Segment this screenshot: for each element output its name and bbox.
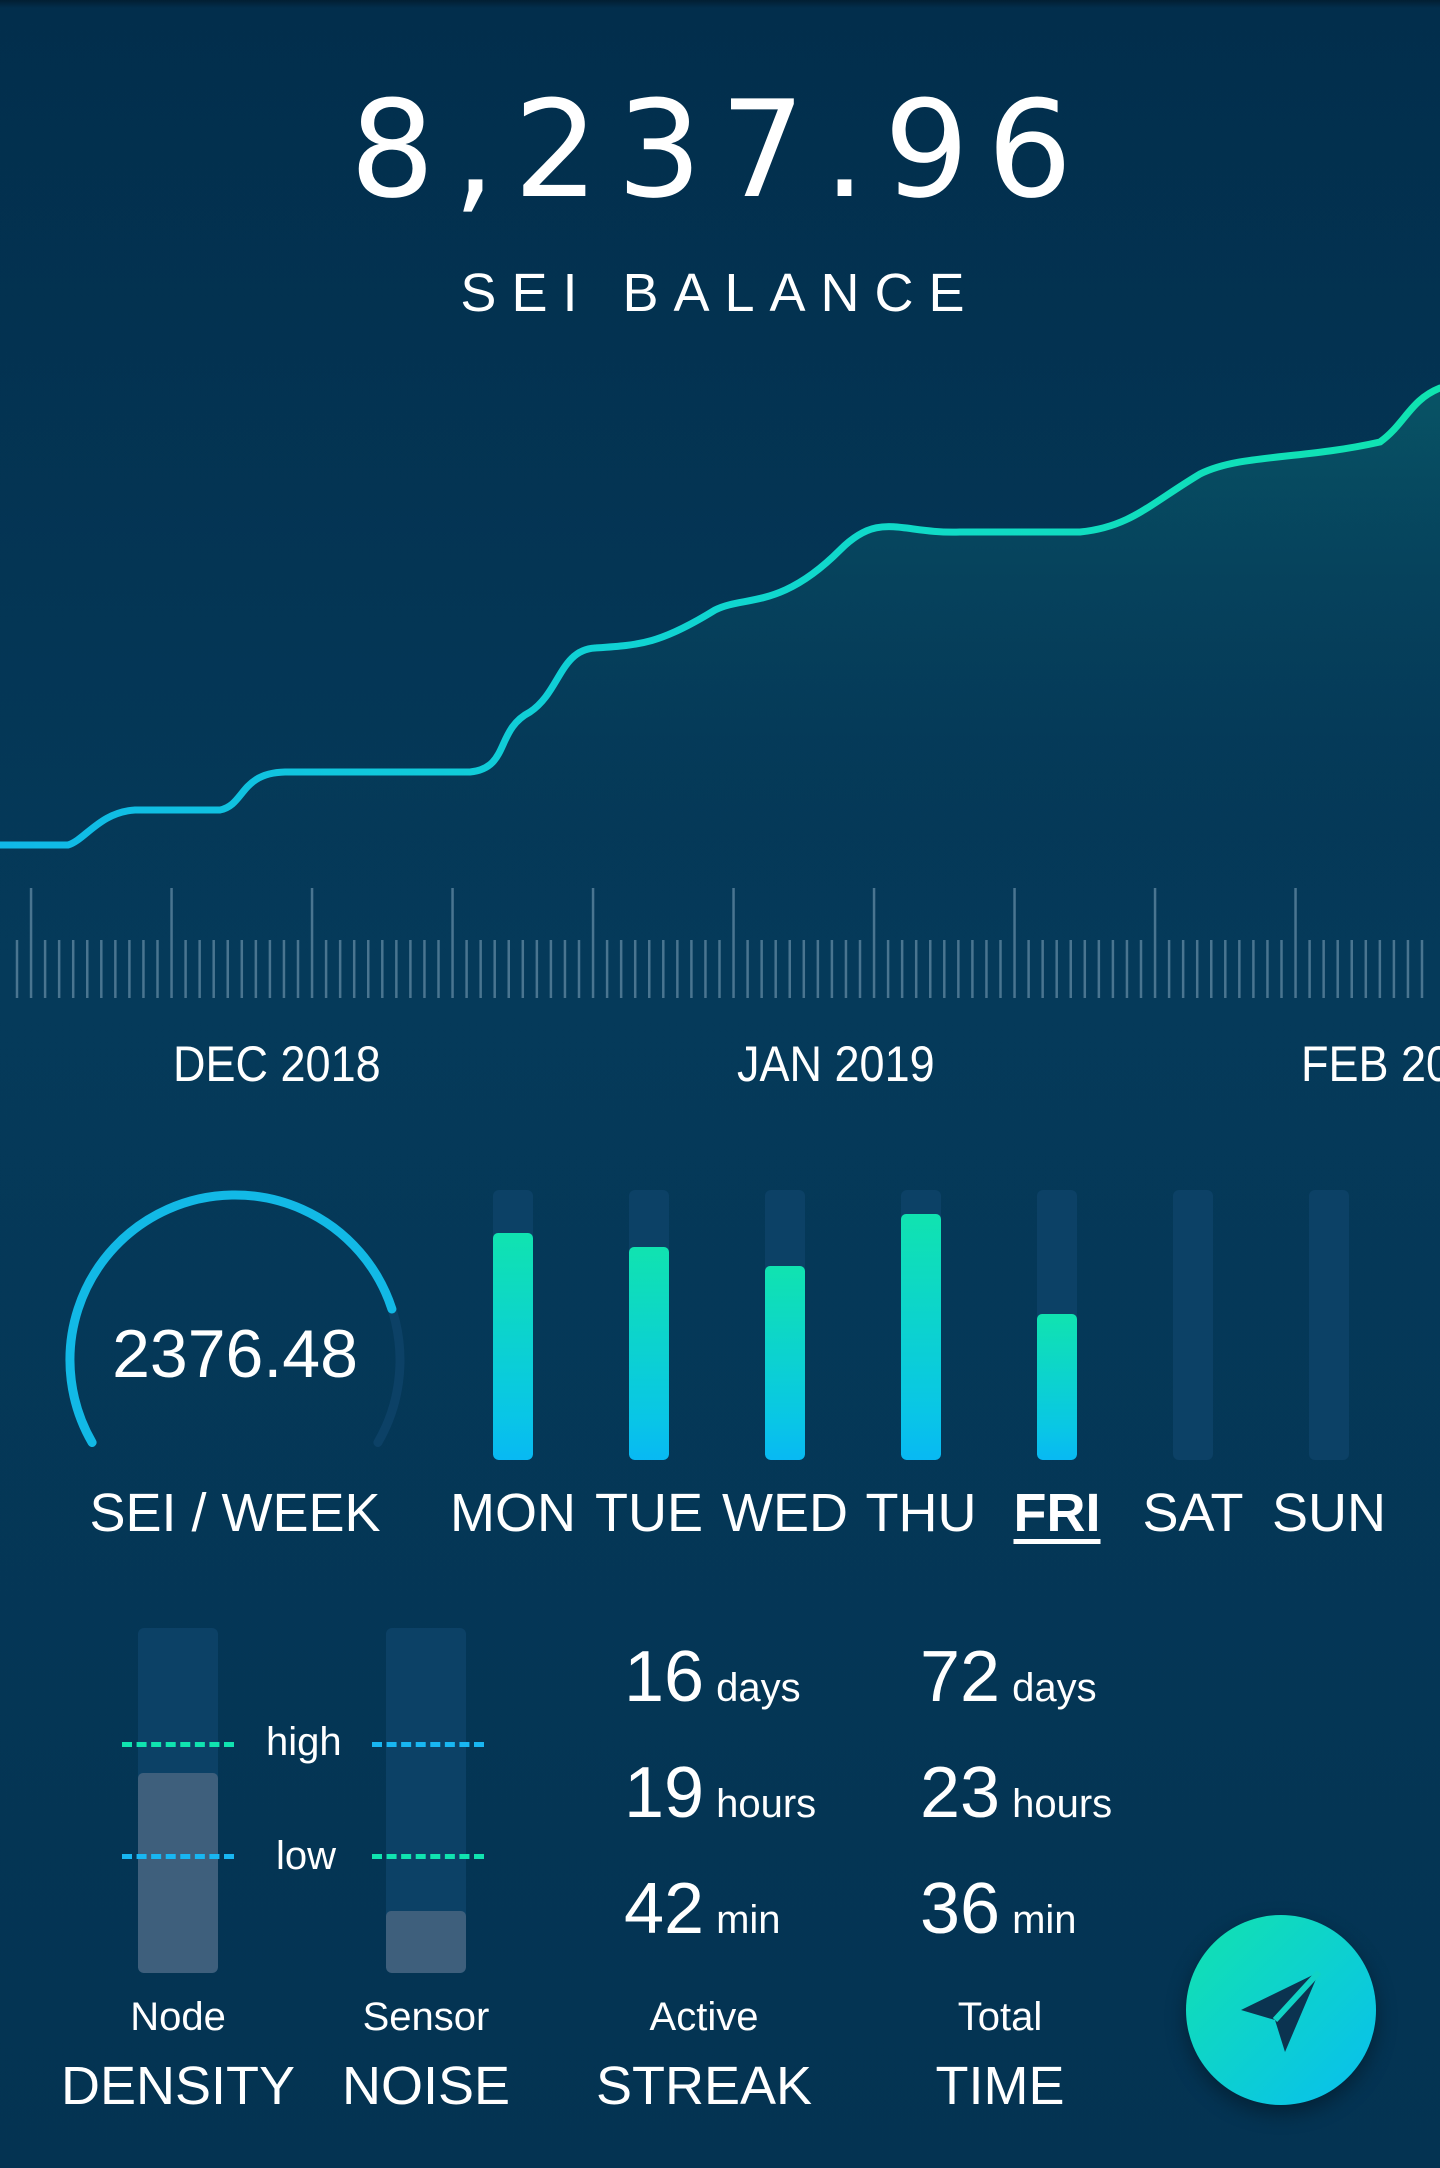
x-label-dec: DEC 2018 [173, 1036, 381, 1092]
streak-days: 16 days [624, 1636, 801, 1718]
noise-low-line [372, 1854, 484, 1859]
day-fill [765, 1265, 805, 1460]
send-icon [1241, 1969, 1322, 2052]
low-label: low [276, 1834, 337, 1878]
noise-high-line [372, 1742, 484, 1747]
density-high-line [122, 1742, 234, 1747]
total-label: TIME [935, 2056, 1065, 2116]
day-track [629, 1190, 669, 1460]
weekly-label: SEI / WEEK [89, 1483, 381, 1543]
total-small-label: Total [957, 1995, 1043, 2039]
day-fill [901, 1214, 941, 1460]
day-label: TUE [595, 1483, 703, 1543]
total-days-num: 72 [920, 1637, 1001, 1717]
day-track [901, 1190, 941, 1460]
density-fill [138, 1772, 218, 1973]
day-fill [629, 1246, 669, 1460]
day-track [1037, 1190, 1077, 1460]
day-label: MON [450, 1483, 576, 1543]
status-shadow [0, 0, 1440, 8]
density-meter [138, 1628, 218, 1973]
send-button[interactable] [1186, 1915, 1376, 2105]
day-label: SUN [1271, 1483, 1386, 1543]
streak-hours: 19 hours [624, 1752, 816, 1834]
day-track [493, 1190, 533, 1460]
balance-label: SEI BALANCE [460, 263, 980, 323]
streak-days-unit: days [716, 1666, 801, 1710]
timeline-ticks [15, 888, 1424, 998]
streak-min: 42 min [624, 1868, 781, 1950]
day-fill [493, 1233, 533, 1460]
noise-small-label: Sensor [362, 1995, 490, 2039]
streak-label: STREAK [595, 2056, 813, 2116]
total-days: 72 days [920, 1636, 1097, 1718]
streak-hours-unit: hours [716, 1782, 817, 1826]
day-track [1309, 1190, 1349, 1460]
density-low-line [122, 1854, 234, 1859]
total-min: 36 min [920, 1868, 1077, 1950]
balance-value: 8,237.96 [349, 72, 1091, 228]
total-hours-num: 23 [920, 1753, 1001, 1833]
streak-min-num: 42 [624, 1869, 705, 1949]
balance-chart[interactable] [0, 360, 1440, 1020]
day-label: THU [865, 1483, 977, 1543]
streak-days-num: 16 [624, 1637, 705, 1717]
total-hours-unit: hours [1012, 1782, 1113, 1826]
noise-fill [386, 1910, 466, 1973]
density-small-label: Node [130, 1995, 226, 2039]
streak-small-label: Active [649, 1995, 759, 2039]
day-label: SAT [1142, 1483, 1244, 1543]
x-label-feb: FEB 20 [1301, 1036, 1440, 1092]
total-days-unit: days [1012, 1666, 1097, 1710]
day-fill [1037, 1314, 1077, 1460]
day-label: FRI [1013, 1483, 1101, 1543]
streak-hours-num: 19 [624, 1753, 705, 1833]
day-track [765, 1190, 805, 1460]
day-label: WED [722, 1483, 848, 1543]
total-min-num: 36 [920, 1869, 1001, 1949]
streak-min-unit: min [716, 1898, 781, 1942]
day-track [1173, 1190, 1213, 1460]
noise-label: NOISE [341, 2056, 511, 2116]
weekly-value: 2376.48 [112, 1316, 358, 1392]
high-label: high [266, 1720, 342, 1764]
total-min-unit: min [1012, 1898, 1077, 1942]
noise-meter [386, 1628, 466, 1973]
x-label-jan: JAN 2019 [737, 1036, 935, 1092]
density-label: DENSITY [60, 2056, 296, 2116]
total-hours: 23 hours [920, 1752, 1112, 1834]
